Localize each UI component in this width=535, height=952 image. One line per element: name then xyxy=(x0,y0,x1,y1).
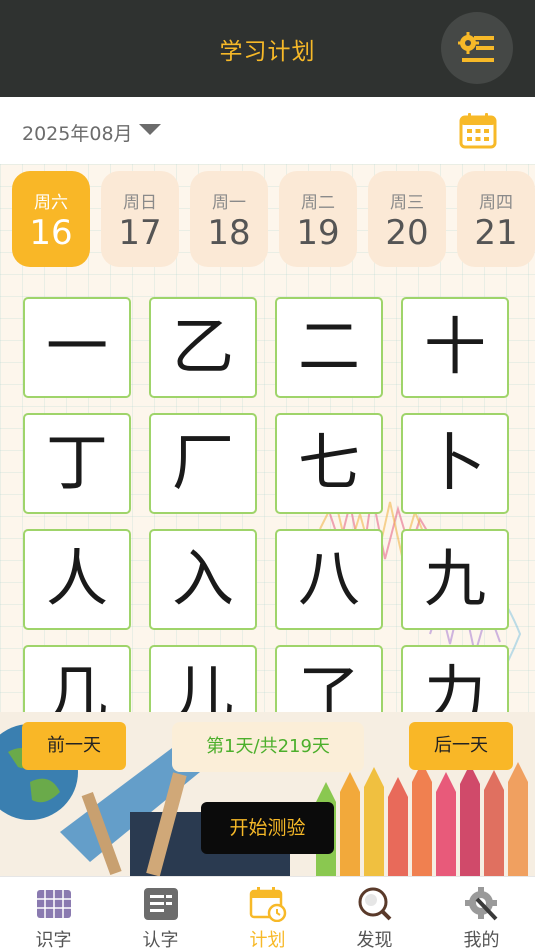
character-glyph: 厂 xyxy=(171,426,234,499)
day-number: 17 xyxy=(118,213,162,253)
day-weekday: 周二 xyxy=(301,193,335,213)
month-selector[interactable]: 2025年08月 xyxy=(22,119,133,146)
settings-list-icon xyxy=(458,32,494,62)
month-bar: 2025年08月 xyxy=(0,97,535,164)
tab-label: 发现 xyxy=(356,930,393,951)
day-tab-1[interactable]: 周六 16 xyxy=(12,171,90,267)
character-glyph: 九 xyxy=(423,542,486,615)
tab-renzi[interactable]: 认字 xyxy=(107,877,214,952)
character-glyph: 人 xyxy=(45,542,108,615)
calendar-clock-icon xyxy=(249,887,287,922)
character-card[interactable]: 卜 xyxy=(401,413,509,514)
character-glyph: 十 xyxy=(423,310,486,383)
caret-down-icon[interactable] xyxy=(139,124,161,135)
character-glyph: 乙 xyxy=(171,310,234,383)
tab-jihua[interactable]: 计划 xyxy=(214,877,321,952)
day-weekday: 周日 xyxy=(123,193,157,213)
character-card[interactable]: 乙 xyxy=(149,297,257,398)
character-card[interactable]: 二 xyxy=(275,297,383,398)
day-tab-4[interactable]: 周二 19 xyxy=(279,171,357,267)
tab-wode[interactable]: 我的 xyxy=(428,877,535,952)
day-number: 20 xyxy=(385,213,429,253)
tab-label: 识字 xyxy=(35,930,72,951)
prev-day-button[interactable]: 前一天 xyxy=(22,722,126,770)
tab-label: 计划 xyxy=(249,930,286,951)
day-number: 16 xyxy=(29,213,73,253)
day-tab-5[interactable]: 周三 20 xyxy=(368,171,446,267)
character-glyph: 丁 xyxy=(45,426,108,499)
card-list-icon xyxy=(144,888,178,920)
character-glyph: 一 xyxy=(45,310,108,383)
day-tab-3[interactable]: 周一 18 xyxy=(190,171,268,267)
day-tab-6[interactable]: 周四 21 xyxy=(457,171,535,267)
character-glyph: 二 xyxy=(297,310,360,383)
tab-label: 我的 xyxy=(463,930,500,951)
day-number: 21 xyxy=(474,213,518,253)
tab-faxian[interactable]: 发现 xyxy=(321,877,428,952)
day-number: 19 xyxy=(296,213,340,253)
character-card[interactable]: 厂 xyxy=(149,413,257,514)
character-card[interactable]: 丁 xyxy=(23,413,131,514)
character-card[interactable]: 入 xyxy=(149,529,257,630)
day-tab-2[interactable]: 周日 17 xyxy=(101,171,179,267)
character-card[interactable]: 十 xyxy=(401,297,509,398)
settings-button[interactable] xyxy=(441,12,513,84)
character-card[interactable]: 八 xyxy=(275,529,383,630)
character-glyph: 八 xyxy=(297,542,360,615)
progress-indicator: 第1天/共219天 xyxy=(172,722,364,772)
magnifier-icon xyxy=(358,887,392,921)
day-weekday: 周一 xyxy=(212,193,246,213)
calendar-icon xyxy=(459,113,497,149)
character-glyph: 入 xyxy=(171,542,234,615)
day-number: 18 xyxy=(207,213,251,253)
next-day-button[interactable]: 后一天 xyxy=(409,722,513,770)
day-weekday: 周六 xyxy=(34,193,68,213)
character-card[interactable]: 人 xyxy=(23,529,131,630)
grid-book-icon xyxy=(37,890,71,918)
tab-shizi[interactable]: 识字 xyxy=(0,877,107,952)
character-card[interactable]: 一 xyxy=(23,297,131,398)
app-header: 学习计划 xyxy=(0,0,535,97)
character-glyph: 七 xyxy=(297,426,360,499)
day-weekday: 周三 xyxy=(390,193,424,213)
character-glyph: 卜 xyxy=(423,426,486,499)
character-card[interactable]: 九 xyxy=(401,529,509,630)
day-weekday: 周四 xyxy=(479,193,513,213)
bottom-tab-bar: 识字 认字 计划 发现 我的 xyxy=(0,876,535,952)
character-card[interactable]: 七 xyxy=(275,413,383,514)
gear-wrench-icon xyxy=(465,887,498,921)
tab-label: 认字 xyxy=(142,930,179,951)
start-quiz-button[interactable]: 开始测验 xyxy=(201,802,334,854)
calendar-button[interactable] xyxy=(458,112,498,154)
